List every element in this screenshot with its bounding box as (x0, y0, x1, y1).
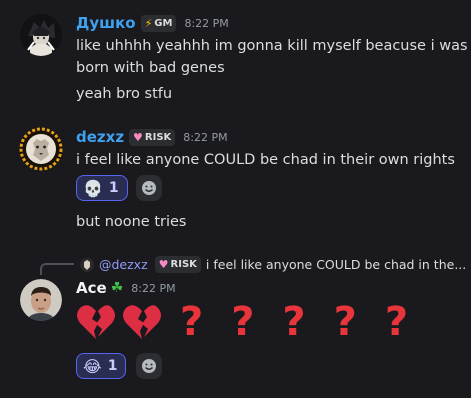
pink-heart-icon: ♥ (133, 130, 143, 144)
server-tag-label: GM (154, 17, 173, 29)
add-reaction-button[interactable] (136, 175, 162, 201)
message-text: but noone tries (76, 214, 187, 230)
joy-icon: 😂 (83, 356, 102, 376)
reaction-joy[interactable]: 😂 1 (76, 353, 127, 379)
message-text: yeah bro stfu (76, 86, 173, 102)
avatar-dushko[interactable] (20, 14, 62, 56)
question-mark-icon: ? (333, 299, 357, 345)
photo-avatar-icon (20, 279, 62, 321)
avatar-ace[interactable] (20, 279, 62, 321)
reaction-skull[interactable]: 💀 1 (76, 175, 128, 201)
server-tag: ♥ RISK (154, 256, 201, 273)
jumbo-emoji-row: ? ? ? ? ? (76, 300, 408, 344)
broken-heart-icon (77, 305, 115, 339)
reaction-count: 1 (108, 180, 119, 196)
avatar-dezxz[interactable] (19, 127, 63, 171)
lightning-icon: ⚡ (144, 16, 153, 30)
reply-preview[interactable]: @dezxz ♥ RISK i feel like anyone COULD b… (80, 256, 466, 273)
server-tag-label: RISK (144, 131, 172, 143)
username[interactable]: dezxz (76, 128, 124, 146)
skull-icon: 💀 (83, 178, 103, 198)
reply-mention[interactable]: @dezxz (99, 257, 148, 272)
message-text: like uhhhh yeahhh im gonna kill myself b… (76, 38, 468, 54)
question-mark-icon: ? (231, 299, 255, 345)
timestamp[interactable]: 8:22 PM (183, 131, 227, 144)
anime-avatar-icon (20, 14, 62, 56)
lion-avatar-icon (19, 127, 63, 171)
question-mark-icon: ? (180, 299, 204, 345)
message-header: Душко ⚡ GM 8:22 PM (76, 14, 229, 32)
broken-heart-icon (123, 305, 161, 339)
timestamp[interactable]: 8:22 PM (184, 17, 228, 30)
message-header: Ace ☘ 8:22 PM (76, 279, 176, 297)
timestamp[interactable]: 8:22 PM (131, 282, 175, 295)
server-tag-label: RISK (170, 259, 197, 270)
pink-heart-icon: ♥ (158, 258, 169, 271)
question-mark-icon: ? (384, 299, 409, 345)
question-mark-icon: ? (282, 299, 306, 345)
username[interactable]: Душко (76, 14, 136, 32)
clover-icon: ☘ (110, 280, 124, 296)
message-header: dezxz ♥ RISK 8:22 PM (76, 128, 228, 146)
server-tag[interactable]: ♥ RISK (129, 128, 176, 146)
smiley-icon (142, 359, 156, 373)
reply-avatar-icon (80, 257, 94, 272)
reply-text: i feel like anyone COULD be chad in the.… (205, 257, 467, 272)
username[interactable]: Ace (76, 279, 107, 297)
message-text: born with bad genes (76, 60, 225, 76)
message-text: i feel like anyone COULD be chad in thei… (76, 152, 455, 168)
server-tag[interactable]: ⚡ GM (140, 14, 177, 32)
reply-connector (40, 263, 74, 275)
smiley-icon (142, 181, 156, 195)
add-reaction-button[interactable] (136, 353, 162, 379)
reaction-count: 1 (107, 358, 118, 374)
